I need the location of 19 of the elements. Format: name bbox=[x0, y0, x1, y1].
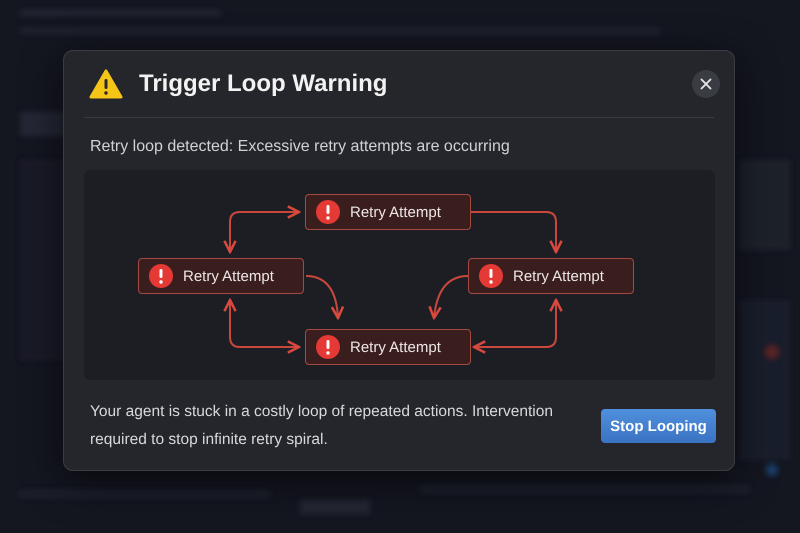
warning-message: Your agent is stuck in a costly loop of repeated actions. Intervention required to stop infinite retry spiral. bbox=[90, 402, 554, 450]
blurred-sidebar-item bbox=[20, 112, 65, 136]
blurred-status-dot bbox=[766, 464, 778, 476]
dialog-title: Trigger Loop Warning bbox=[139, 70, 388, 98]
warning-icon bbox=[89, 69, 123, 99]
stop-looping-button[interactable]: Stop Looping bbox=[601, 409, 716, 443]
connector-arrow bbox=[306, 275, 344, 320]
exclamation-icon bbox=[316, 335, 340, 359]
dialog-subtitle: Retry loop detected: Excessive retry attempts are occurring bbox=[90, 138, 511, 156]
connector-arrow bbox=[428, 275, 468, 320]
exclamation-icon bbox=[149, 264, 173, 288]
node-label: Retry Attempt bbox=[350, 204, 441, 220]
node-label: Retry Attempt bbox=[513, 268, 604, 284]
node-label: Retry Attempt bbox=[350, 338, 441, 356]
exclamation-icon bbox=[316, 200, 340, 224]
exclamation-icon bbox=[479, 264, 503, 288]
close-button[interactable] bbox=[692, 70, 720, 98]
node-label: Retry Attempt bbox=[183, 268, 274, 284]
blurred-status-dot bbox=[766, 346, 778, 358]
